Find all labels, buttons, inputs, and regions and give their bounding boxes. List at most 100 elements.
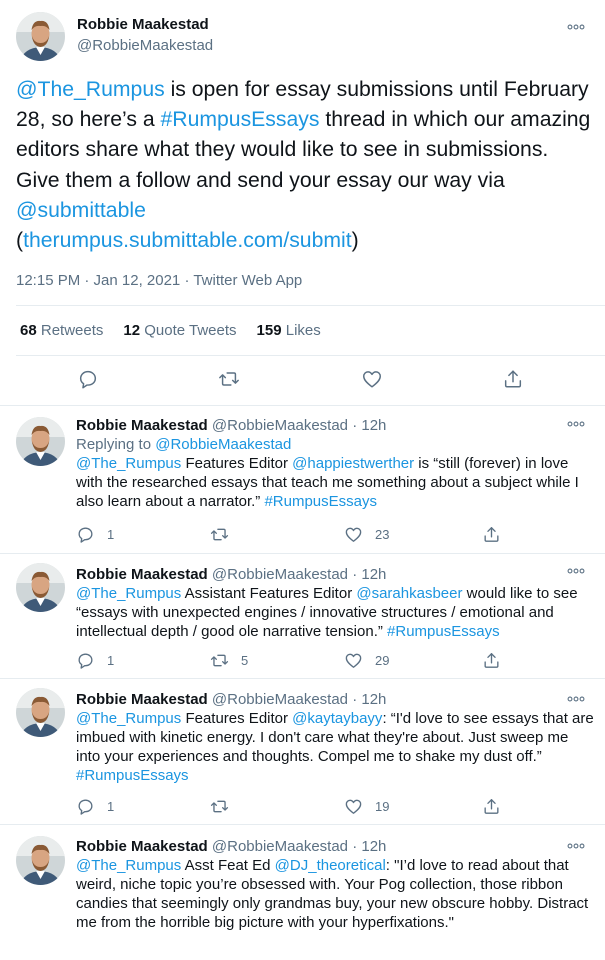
reply-text-segment: Asst Feat Ed <box>181 857 275 874</box>
replying-to-link[interactable]: @RobbieMaakestad <box>155 436 291 453</box>
like-count: 29 <box>375 653 390 668</box>
like-icon <box>345 799 362 814</box>
retweet-icon[interactable] <box>218 368 240 390</box>
hashtag-link[interactable]: #RumpusEssays <box>76 767 189 784</box>
reply-tweet[interactable]: Robbie Maakestad @RobbieMaakestad · 12h … <box>0 555 605 679</box>
share-icon <box>484 799 499 814</box>
retweet-count: 5 <box>241 653 249 668</box>
like-count: 19 <box>375 799 390 814</box>
likes-label: Likes <box>285 322 321 339</box>
reply-actions: 1 5 29 <box>76 651 596 671</box>
mention-link[interactable]: @happiestwerther <box>292 455 414 472</box>
url-link[interactable]: therumpus.submittable.com/submit <box>23 229 352 252</box>
reply-text-segment: Features Editor <box>181 710 293 727</box>
author-handle-time[interactable]: @RobbieMaakestad · 12h <box>212 417 387 434</box>
reply-text-segment: Assistant Features Editor <box>181 585 357 602</box>
like-button[interactable]: 19 <box>344 797 389 816</box>
engagement-stats: 68 Retweets 12 Quote Tweets 159 Likes <box>20 322 341 339</box>
author-name[interactable]: Robbie Maakestad <box>76 417 208 434</box>
share-icon[interactable] <box>502 368 524 390</box>
retweets-stat[interactable]: 68 Retweets <box>20 322 103 339</box>
replying-to: Replying to @RobbieMaakestad <box>76 435 596 454</box>
author-handle-time[interactable]: @RobbieMaakestad · 12h <box>212 838 387 855</box>
reply-button[interactable]: 1 <box>76 525 114 544</box>
author-handle-time[interactable]: @RobbieMaakestad · 12h <box>212 691 387 708</box>
retweet-button[interactable]: 5 <box>210 651 248 670</box>
avatar[interactable] <box>16 417 65 466</box>
reply-text-segment: Features Editor <box>181 455 293 472</box>
author-name[interactable]: Robbie Maakestad <box>77 16 209 33</box>
mention-link[interactable]: @The_Rumpus <box>76 585 181 602</box>
retweet-icon <box>210 528 229 541</box>
reply-header: Robbie Maakestad @RobbieMaakestad · 12h <box>76 690 596 709</box>
avatar[interactable] <box>16 836 65 885</box>
replying-to-label: Replying to <box>76 436 156 453</box>
likes-stat[interactable]: 159 Likes <box>257 322 321 339</box>
reply-body: Robbie Maakestad @RobbieMaakestad · 12h … <box>76 690 596 785</box>
divider <box>16 305 605 306</box>
mention-link[interactable]: @kaytaybayy <box>292 710 382 727</box>
mention-link[interactable]: @sarahkasbeer <box>356 585 462 602</box>
reply-header: Robbie Maakestad @RobbieMaakestad · 12h <box>76 565 596 584</box>
author-name[interactable]: Robbie Maakestad <box>76 566 208 583</box>
author-handle-time[interactable]: @RobbieMaakestad · 12h <box>212 566 387 583</box>
like-icon <box>345 527 362 542</box>
divider <box>16 355 605 356</box>
author-handle[interactable]: @RobbieMaakestad <box>77 37 213 54</box>
retweets-count: 68 <box>20 322 37 339</box>
reply-button[interactable]: 1 <box>76 651 114 670</box>
avatar[interactable] <box>16 688 65 737</box>
retweet-button[interactable] <box>210 525 245 544</box>
hashtag-link[interactable]: #RumpusEssays <box>161 108 320 131</box>
tweet-timestamp[interactable]: 12:15 PM · Jan 12, 2021 · Twitter Web Ap… <box>16 272 302 289</box>
reply-icon <box>78 799 93 815</box>
author-name[interactable]: Robbie Maakestad <box>76 691 208 708</box>
likes-count: 159 <box>256 322 282 339</box>
like-icon <box>345 653 362 668</box>
mention-link[interactable]: @The_Rumpus <box>76 857 181 874</box>
retweet-icon <box>210 800 229 813</box>
tweet-actions <box>0 368 605 394</box>
hashtag-link[interactable]: #RumpusEssays <box>264 493 377 510</box>
share-button[interactable] <box>482 651 513 670</box>
mention-link[interactable]: @submittable <box>16 199 146 222</box>
mention-link[interactable]: @The_Rumpus <box>16 78 165 101</box>
reply-body: Robbie Maakestad @RobbieMaakestad · 12h … <box>76 565 596 641</box>
reply-tweet[interactable]: Robbie Maakestad @RobbieMaakestad · 12h … <box>0 407 605 554</box>
reply-count: 1 <box>107 653 115 668</box>
like-icon[interactable] <box>361 368 383 390</box>
author-name[interactable]: Robbie Maakestad <box>76 838 208 855</box>
avatar[interactable] <box>16 563 65 612</box>
reply-icon <box>78 527 93 543</box>
tweet-text-segment: ( <box>16 229 24 253</box>
reply-header: Robbie Maakestad @RobbieMaakestad · 12h <box>76 416 596 435</box>
quote-tweets-label: Quote Tweets <box>144 322 237 339</box>
reply-text: @The_Rumpus Assistant Features Editor @s… <box>76 584 596 641</box>
reply-tweet[interactable]: Robbie Maakestad @RobbieMaakestad · 12h … <box>0 680 605 825</box>
like-button[interactable]: 23 <box>344 525 389 544</box>
retweets-label: Retweets <box>40 322 104 339</box>
reply-icon[interactable] <box>77 368 99 390</box>
reply-count: 1 <box>107 527 115 542</box>
mention-link[interactable]: @DJ_theoretical <box>275 857 386 874</box>
share-icon <box>484 653 499 668</box>
reply-icon <box>78 653 93 669</box>
mention-link[interactable]: @The_Rumpus <box>76 455 181 472</box>
reply-actions: 1 19 <box>76 797 596 817</box>
quote-tweets-stat[interactable]: 12 Quote Tweets <box>123 322 236 339</box>
more-options-icon[interactable] <box>567 24 585 32</box>
like-count: 23 <box>375 527 390 542</box>
quote-tweets-count: 12 <box>123 322 141 339</box>
reply-actions: 1 23 <box>76 525 596 545</box>
mention-link[interactable]: @The_Rumpus <box>76 710 181 727</box>
retweet-button[interactable] <box>210 797 245 816</box>
reply-text: @The_Rumpus Features Editor @happiestwer… <box>76 454 596 511</box>
reply-button[interactable]: 1 <box>76 797 114 816</box>
share-button[interactable] <box>482 525 513 544</box>
share-button[interactable] <box>482 797 513 816</box>
reply-body: Robbie Maakestad @RobbieMaakestad · 12h … <box>76 837 596 932</box>
hashtag-link[interactable]: #RumpusEssays <box>387 623 500 640</box>
reply-tweet[interactable]: Robbie Maakestad @RobbieMaakestad · 12h … <box>0 826 605 960</box>
avatar[interactable] <box>16 12 65 61</box>
like-button[interactable]: 29 <box>344 651 389 670</box>
